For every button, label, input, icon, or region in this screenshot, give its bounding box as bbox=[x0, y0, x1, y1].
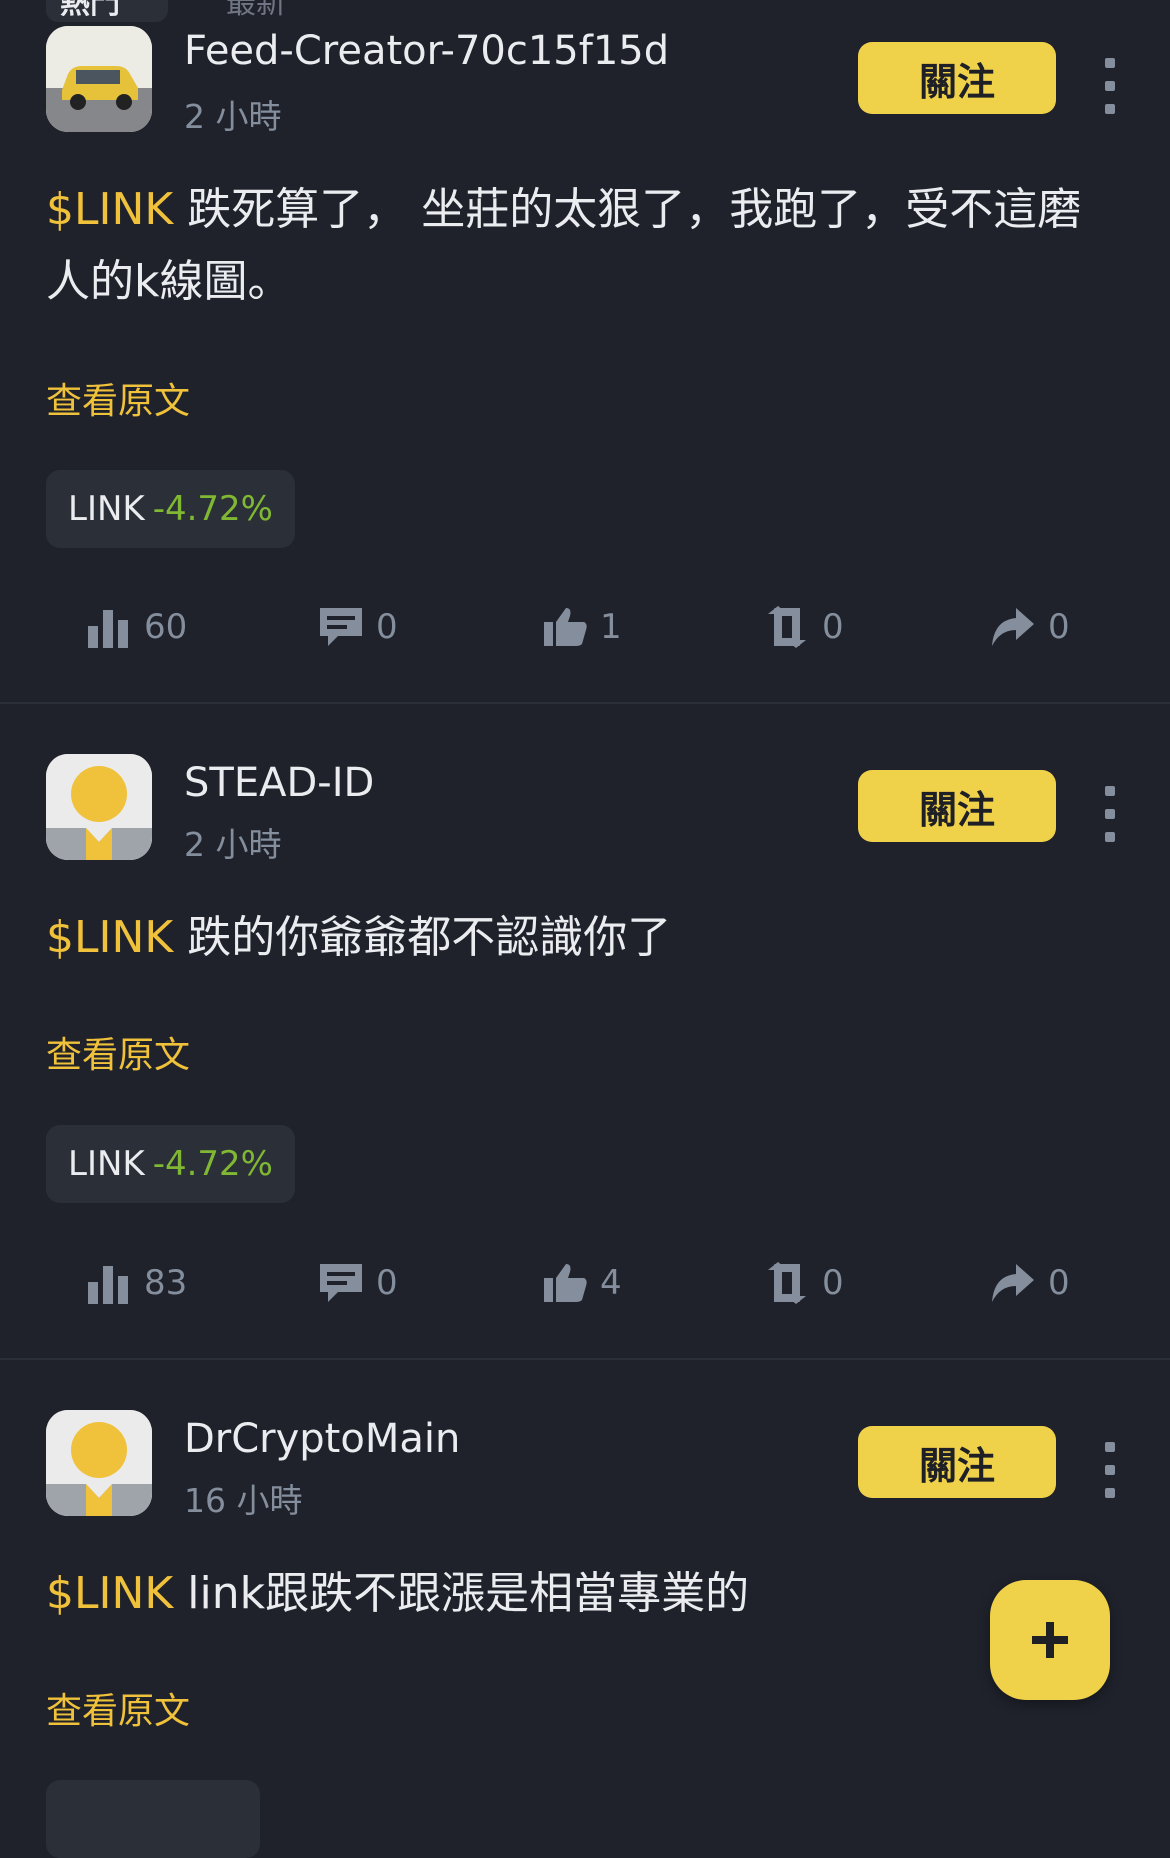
post-stats: 83 0 4 0 0 bbox=[0, 1258, 1170, 1308]
view-original-link[interactable]: 查看原文 bbox=[46, 372, 190, 424]
post: STEAD-ID 2 小時 關注 $LINK 跌的你爺爺都不認識你了 查看原文 … bbox=[0, 704, 1170, 1360]
like-stat[interactable]: 4 bbox=[542, 1258, 622, 1308]
repost-stat[interactable]: 0 bbox=[764, 1258, 844, 1308]
post: DrCryptoMain 16 小時 關注 $LINK link跟跌不跟漲是相當… bbox=[0, 1360, 1170, 1858]
coin-change: -4.72% bbox=[152, 489, 273, 529]
coin-change: -4.72% bbox=[152, 1144, 273, 1184]
username[interactable]: STEAD-ID bbox=[184, 760, 374, 806]
post-text: 跌的你爺爺都不認識你了 bbox=[173, 912, 672, 963]
comment-icon bbox=[320, 1264, 362, 1302]
ticker-link[interactable]: $LINK bbox=[46, 1568, 173, 1619]
view-original-link[interactable]: 查看原文 bbox=[46, 1682, 190, 1734]
views-icon bbox=[88, 610, 128, 648]
post-text: 跌死算了， 坐莊的太狠了，我跑了，受不這磨人的k線圖。 bbox=[46, 184, 1082, 307]
post-stats: 60 0 1 0 0 bbox=[0, 602, 1170, 652]
post: Feed-Creator-70c15f15d 2 小時 關注 $LINK 跌死算… bbox=[0, 0, 1170, 704]
repost-icon bbox=[768, 1262, 806, 1304]
coin-chip[interactable]: LINK -4.72% bbox=[46, 470, 295, 548]
ticker-link[interactable]: $LINK bbox=[46, 912, 173, 963]
more-icon[interactable] bbox=[1100, 58, 1120, 114]
view-original-link[interactable]: 查看原文 bbox=[46, 1026, 190, 1078]
post-time: 16 小時 bbox=[184, 1481, 303, 1520]
share-stat[interactable]: 0 bbox=[990, 1258, 1070, 1308]
more-icon[interactable] bbox=[1100, 786, 1120, 842]
coin-chip[interactable]: LINK -4.72% bbox=[46, 1125, 295, 1203]
username[interactable]: Feed-Creator-70c15f15d bbox=[184, 28, 669, 74]
share-stat[interactable]: 0 bbox=[990, 602, 1070, 652]
views-stat[interactable]: 60 bbox=[86, 602, 187, 652]
post-content[interactable]: $LINK link跟跌不跟漲是相當專業的 bbox=[46, 1558, 1086, 1630]
avatar[interactable] bbox=[46, 26, 152, 132]
follow-button[interactable]: 關注 bbox=[858, 770, 1056, 842]
post-content[interactable]: $LINK 跌死算了， 坐莊的太狠了，我跑了，受不這磨人的k線圖。 bbox=[46, 174, 1086, 318]
views-icon bbox=[88, 1266, 128, 1304]
post-time: 2 小時 bbox=[184, 825, 282, 864]
like-icon bbox=[544, 1264, 587, 1302]
share-icon bbox=[992, 1264, 1034, 1302]
coin-symbol: LINK bbox=[68, 1144, 145, 1184]
repost-icon bbox=[768, 606, 806, 648]
avatar[interactable] bbox=[46, 1410, 152, 1516]
post-time: 2 小時 bbox=[184, 97, 282, 136]
comment-icon bbox=[320, 608, 362, 646]
like-icon bbox=[544, 608, 587, 646]
coin-symbol: LINK bbox=[68, 489, 145, 529]
avatar[interactable] bbox=[46, 754, 152, 860]
views-stat[interactable]: 83 bbox=[86, 1258, 187, 1308]
share-icon bbox=[992, 608, 1034, 646]
like-stat[interactable]: 1 bbox=[542, 602, 622, 652]
coin-chip[interactable] bbox=[46, 1780, 260, 1858]
plus-icon bbox=[1032, 1622, 1068, 1658]
repost-stat[interactable]: 0 bbox=[764, 602, 844, 652]
post-content[interactable]: $LINK 跌的你爺爺都不認識你了 bbox=[46, 902, 1086, 974]
username[interactable]: DrCryptoMain bbox=[184, 1416, 460, 1462]
post-text: link跟跌不跟漲是相當專業的 bbox=[173, 1568, 750, 1619]
comment-stat[interactable]: 0 bbox=[318, 602, 398, 652]
follow-button[interactable]: 關注 bbox=[858, 1426, 1056, 1498]
more-icon[interactable] bbox=[1100, 1442, 1120, 1498]
comment-stat[interactable]: 0 bbox=[318, 1258, 398, 1308]
create-post-button[interactable] bbox=[990, 1580, 1110, 1700]
follow-button[interactable]: 關注 bbox=[858, 42, 1056, 114]
ticker-link[interactable]: $LINK bbox=[46, 184, 173, 235]
